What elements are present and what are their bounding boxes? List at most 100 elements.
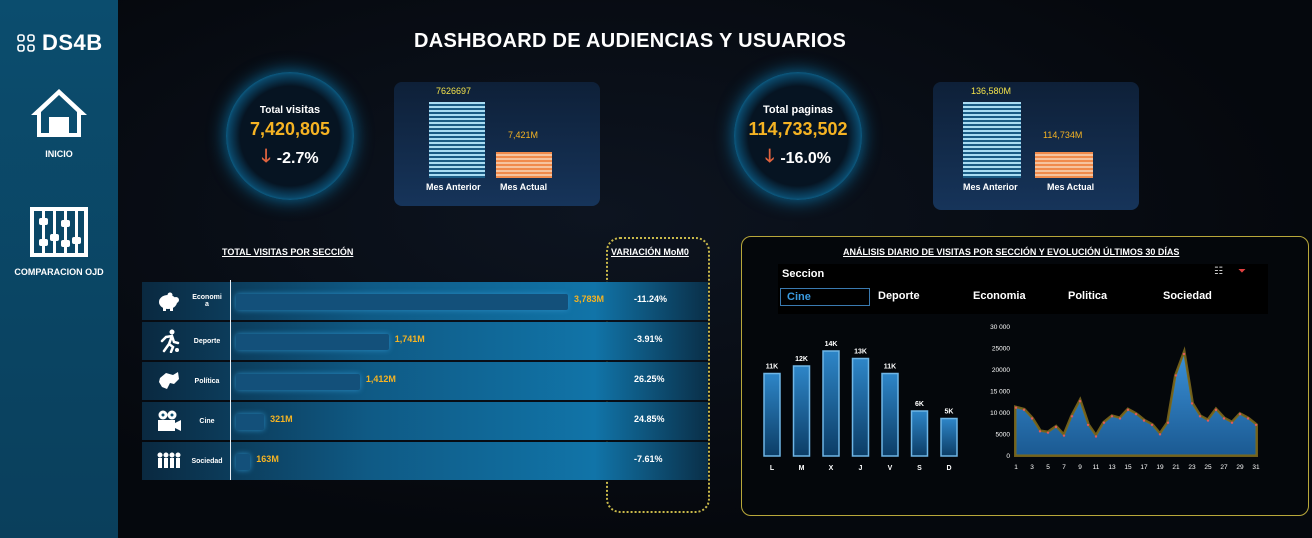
area-point xyxy=(1078,400,1082,403)
area-point xyxy=(1046,431,1050,434)
row-value: 321M xyxy=(270,414,293,424)
table-row: Cine 321M 24.85% xyxy=(142,402,708,440)
y-tick-label: 0 xyxy=(1006,453,1010,460)
multiselect-icon[interactable]: ☷ xyxy=(1214,266,1223,277)
row-name: Deporte xyxy=(193,337,221,345)
x-tick-label: D xyxy=(946,465,951,472)
prev-month-bar xyxy=(963,102,1021,178)
x-tick-label: 1 xyxy=(1014,464,1018,471)
x-tick-label: 3 xyxy=(1030,464,1034,471)
area-series xyxy=(1015,352,1257,456)
sidebar-item-comparacion[interactable]: COMPARACION OJD xyxy=(0,206,118,277)
area-point xyxy=(1094,435,1098,438)
x-tick-label: 11 xyxy=(1093,464,1100,471)
visits-comparison-card: 7626697 7,421M Mes Anterior Mes Actual xyxy=(394,82,600,206)
slicer-option-deporte[interactable]: Deporte xyxy=(878,288,920,304)
sidebar: DS4B INICIO COMPARACION OJD xyxy=(0,0,118,538)
row-name: Política xyxy=(194,377,220,385)
row-mom: 26.25% xyxy=(634,374,665,384)
sections-title: TOTAL VISITAS POR SECCIÓN xyxy=(222,247,354,257)
x-tick-label: 5 xyxy=(1046,464,1050,471)
x-tick-label: 7 xyxy=(1062,464,1066,471)
area-point xyxy=(1022,408,1026,412)
kpi-visits-value: 7,420,805 xyxy=(249,119,331,139)
y-tick-label: 5000 xyxy=(996,432,1011,439)
area-point xyxy=(1206,419,1210,422)
bar-data-label: 14K xyxy=(825,341,838,348)
x-tick-label: 13 xyxy=(1108,464,1116,471)
area-point xyxy=(1230,421,1234,424)
prev-visits-value: 7626697 xyxy=(436,86,472,96)
area-point xyxy=(1102,421,1106,424)
x-tick-label: 9 xyxy=(1078,464,1082,471)
row-value: 1,412M xyxy=(365,374,396,384)
area-point xyxy=(1062,434,1066,437)
area-point xyxy=(1038,430,1042,433)
bar-L xyxy=(763,372,781,457)
x-tick-label: 17 xyxy=(1140,464,1148,471)
area-point xyxy=(1174,374,1178,377)
runner-icon xyxy=(156,328,182,354)
sidebar-item-inicio[interactable]: INICIO xyxy=(0,86,118,159)
y-tick-label: 20000 xyxy=(992,367,1010,374)
slicer-option-cine[interactable]: Cine xyxy=(780,288,870,306)
slicer-option-sociedad[interactable]: Sociedad xyxy=(1163,288,1212,304)
row-value: 3,783M xyxy=(574,294,605,304)
daily-area-chart: 0500010 00015 000200002500030 0001 3 5 7 9 11… xyxy=(990,324,1260,471)
arrow-down-icon: 🡓 xyxy=(764,146,775,166)
cur-pages-value: 114,734M xyxy=(1043,130,1083,140)
bar-J xyxy=(851,357,870,457)
row-bar xyxy=(236,414,265,430)
area-point xyxy=(1182,352,1186,356)
logo-text: DS4B xyxy=(42,30,103,55)
home-icon xyxy=(31,89,87,137)
kpi-visits-delta: 🡓 -2.7% xyxy=(226,144,354,174)
row-mom: 24.85% xyxy=(634,414,665,424)
table-row: Sociedad 163M -7.61% xyxy=(142,442,708,480)
area-point xyxy=(1166,421,1170,424)
area-point xyxy=(1118,417,1122,420)
camera-icon xyxy=(156,408,182,434)
row-name: Sociedad xyxy=(191,457,223,465)
clear-filter-icon[interactable]: ⏷ xyxy=(1238,266,1246,277)
slicer-option-politica[interactable]: Politica xyxy=(1068,288,1107,304)
map-icon xyxy=(156,368,182,394)
abacus-icon xyxy=(30,207,88,257)
area-point xyxy=(1158,433,1162,436)
x-tick-label: S xyxy=(917,465,922,472)
area-point xyxy=(1254,423,1258,427)
logo: DS4B xyxy=(16,30,103,56)
y-tick-label: 30 000 xyxy=(990,324,1010,331)
bar-data-label: 6K xyxy=(915,401,924,408)
kpi-pages-value: 114,733,502 xyxy=(748,119,848,139)
main-area: DASHBOARD DE AUDIENCIAS Y USUARIOS Total… xyxy=(118,0,1312,538)
prev-pages-value: 136,580M xyxy=(971,86,1012,96)
slicer-header: Seccion xyxy=(782,268,825,280)
x-tick-label: 19 xyxy=(1156,464,1164,471)
row-mom: -3.91% xyxy=(634,334,663,344)
piggy-bank-icon xyxy=(156,288,182,314)
row-bar xyxy=(236,334,389,350)
axis-line xyxy=(230,280,231,480)
area-point xyxy=(1110,415,1114,418)
x-tick-label: X xyxy=(829,465,834,472)
row-name: Cine xyxy=(199,417,215,425)
row-bar xyxy=(236,294,568,310)
arrow-down-icon: 🡓 xyxy=(261,146,271,166)
area-point xyxy=(1198,415,1202,418)
kpi-pages-title: Total paginas xyxy=(762,104,834,116)
sidebar-item-label: COMPARACION OJD xyxy=(14,267,104,277)
y-tick-label: 10 000 xyxy=(990,410,1010,417)
bar-data-label: 11K xyxy=(766,364,778,371)
x-tick-label: 21 xyxy=(1172,464,1180,471)
x-tick-label: 25 xyxy=(1204,464,1212,471)
x-tick-label: 31 xyxy=(1252,464,1260,471)
slicer-option-economia[interactable]: Economia xyxy=(973,288,1026,304)
area-point xyxy=(1238,412,1242,416)
table-row: Economi a 3,783M -11.24% xyxy=(142,282,708,320)
area-point xyxy=(1246,417,1250,420)
cur-month-bar xyxy=(1035,152,1093,178)
row-name: Economi a xyxy=(192,294,222,308)
bar-data-label: 13K xyxy=(854,349,867,356)
x-tick-label: 29 xyxy=(1236,464,1244,471)
